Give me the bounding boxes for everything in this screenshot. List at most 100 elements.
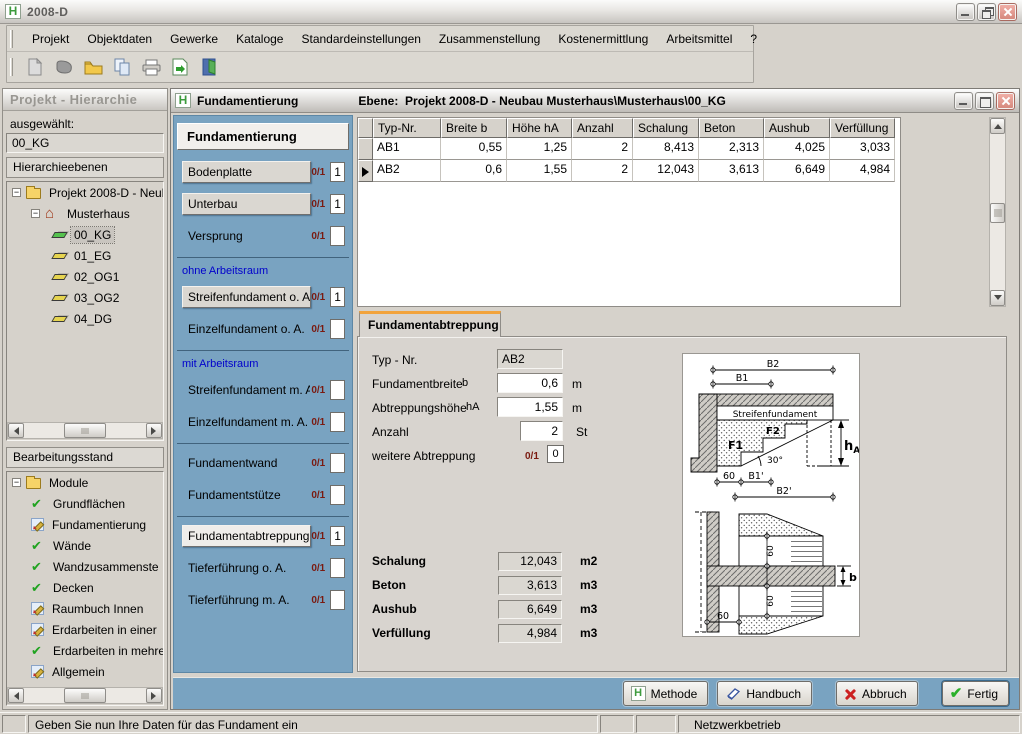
tree-item-label[interactable]: Erdarbeiten in einer (49, 622, 160, 638)
tree-item[interactable]: 04_DG (7, 308, 163, 329)
fertig-button[interactable]: Fertig (942, 681, 1009, 706)
tree-item[interactable]: Wandzusammenste (7, 556, 163, 577)
tree-item[interactable]: Erdarbeiten in mehre (7, 640, 163, 661)
tree-item[interactable]: Musterhaus (7, 203, 163, 224)
module-button[interactable] (174, 512, 324, 520)
module-button[interactable] (174, 439, 324, 447)
open-folder-icon[interactable] (83, 57, 103, 77)
table-row[interactable]: AB1 0,55 1,25 2 8,413 2,313 4,025 3,033 (358, 138, 900, 160)
count-input[interactable] (330, 558, 345, 578)
tree-item[interactable]: Wände (7, 535, 163, 556)
close-button[interactable] (998, 3, 1017, 21)
count-input[interactable] (330, 380, 345, 400)
minimize-button[interactable] (956, 3, 975, 21)
tree-item[interactable]: Grundflächen (7, 493, 163, 514)
progress-hscrollbar[interactable] (7, 687, 163, 704)
cell-hoehe[interactable]: 1,55 (507, 160, 572, 182)
open-document-icon[interactable] (54, 57, 74, 77)
menu-item[interactable]: Gewerke (161, 29, 227, 49)
scroll-thumb[interactable] (64, 423, 106, 438)
abbruch-button[interactable]: Abbruch (836, 681, 918, 706)
tree-item-label[interactable]: Wandzusammenste (50, 559, 162, 575)
tree-item-label[interactable]: 02_OG1 (71, 269, 122, 285)
exit-icon[interactable] (199, 57, 219, 77)
scroll-up-icon[interactable] (990, 118, 1005, 134)
tree-item[interactable]: Decken (7, 577, 163, 598)
module-button[interactable]: Tieferführung m. A. (182, 589, 311, 611)
copy-icon[interactable] (112, 57, 132, 77)
column-header[interactable]: Aushub (764, 118, 830, 138)
tree-item[interactable]: Raumbuch Innen (7, 598, 163, 619)
module-button[interactable]: Fundamentwand (182, 452, 311, 474)
module-button[interactable] (174, 346, 324, 354)
tree-item[interactable]: 01_EG (7, 245, 163, 266)
methode-button[interactable]: Methode (623, 681, 709, 706)
tree-item-label[interactable]: Wände (50, 538, 94, 554)
table-row[interactable]: AB2 0,6 1,55 2 12,043 3,613 6,649 4,984 (358, 160, 900, 182)
count-input[interactable] (330, 453, 345, 473)
module-button[interactable]: Fundamentabtreppung (182, 525, 311, 547)
column-header[interactable]: Typ-Nr. (373, 118, 441, 138)
cell-anzahl[interactable]: 2 (572, 138, 633, 160)
column-header[interactable]: Beton (699, 118, 764, 138)
scroll-left-icon[interactable] (8, 423, 24, 438)
fundamentbreite-input[interactable]: 0,6 (497, 373, 563, 393)
tree-item-label[interactable]: Grundflächen (50, 496, 128, 512)
cell-aushub[interactable]: 4,025 (764, 138, 830, 160)
menu-item[interactable]: Zusammenstellung (430, 29, 549, 49)
row-selector[interactable] (358, 138, 373, 160)
cell-schalung[interactable]: 12,043 (633, 160, 699, 182)
tree-item-label[interactable]: 01_EG (71, 248, 114, 264)
tree-item[interactable]: Erdarbeiten in einer (7, 619, 163, 640)
scroll-thumb[interactable] (990, 203, 1005, 223)
maximize-button[interactable] (975, 92, 994, 110)
tree-item-label[interactable]: Musterhaus (64, 206, 133, 222)
export-report-icon[interactable] (170, 57, 190, 77)
cell-breite[interactable]: 0,55 (441, 138, 507, 160)
tree-item-label[interactable]: Raumbuch Innen (49, 601, 146, 617)
module-button[interactable] (174, 253, 324, 261)
row-selector[interactable] (358, 160, 373, 182)
tree-item[interactable]: Allgemein (7, 661, 163, 682)
close-button[interactable] (996, 92, 1015, 110)
cell-schalung[interactable]: 8,413 (633, 138, 699, 160)
tree-item-label[interactable]: 00_KG (71, 227, 114, 243)
scroll-left-icon[interactable] (8, 688, 24, 703)
tree-item[interactable]: 02_OG1 (7, 266, 163, 287)
expand-collapse-icon[interactable] (12, 478, 21, 487)
count-input[interactable] (330, 590, 345, 610)
column-header[interactable]: Breite b (441, 118, 507, 138)
cell-hoehe[interactable]: 1,25 (507, 138, 572, 160)
menu-item[interactable]: Arbeitsmittel (657, 29, 741, 49)
cell-typ[interactable]: AB2 (373, 160, 441, 182)
count-input[interactable]: 1 (330, 526, 345, 546)
menu-item[interactable]: ? (741, 29, 766, 49)
tree-item-label[interactable]: Fundamentierung (49, 517, 149, 533)
hierarchy-hscrollbar[interactable] (7, 422, 163, 439)
tab-fundamentabtreppung[interactable]: Fundamentabtreppung (359, 311, 501, 337)
tree-item-label[interactable]: Projekt 2008-D - Neubau (46, 185, 164, 201)
module-button[interactable]: ohne Arbeitsraum (182, 265, 268, 277)
cell-aushub[interactable]: 6,649 (764, 160, 830, 182)
count-input[interactable] (330, 226, 345, 246)
module-button[interactable]: Fundamentstütze (182, 484, 311, 506)
count-input[interactable] (330, 412, 345, 432)
count-input[interactable]: 1 (330, 162, 345, 182)
tree-item-label[interactable]: 04_DG (71, 311, 115, 327)
anzahl-input[interactable]: 2 (520, 421, 563, 441)
cell-verfuellung[interactable]: 3,033 (830, 138, 895, 160)
module-button[interactable]: Streifenfundament m. A. (182, 379, 311, 401)
cell-beton[interactable]: 3,613 (699, 160, 764, 182)
print-icon[interactable] (141, 57, 161, 77)
count-input[interactable]: 1 (330, 194, 345, 214)
tree-item-label[interactable]: Allgemein (49, 664, 108, 680)
cell-anzahl[interactable]: 2 (572, 160, 633, 182)
restore-button[interactable] (977, 3, 996, 21)
column-header[interactable]: Anzahl (572, 118, 633, 138)
menu-item[interactable]: Kataloge (227, 29, 292, 49)
new-document-icon[interactable] (25, 57, 45, 77)
expand-collapse-icon[interactable] (31, 209, 40, 218)
scroll-thumb[interactable] (64, 688, 106, 703)
module-button[interactable]: Einzelfundament m. A. (182, 411, 311, 433)
handbuch-button[interactable]: Handbuch (717, 681, 812, 706)
